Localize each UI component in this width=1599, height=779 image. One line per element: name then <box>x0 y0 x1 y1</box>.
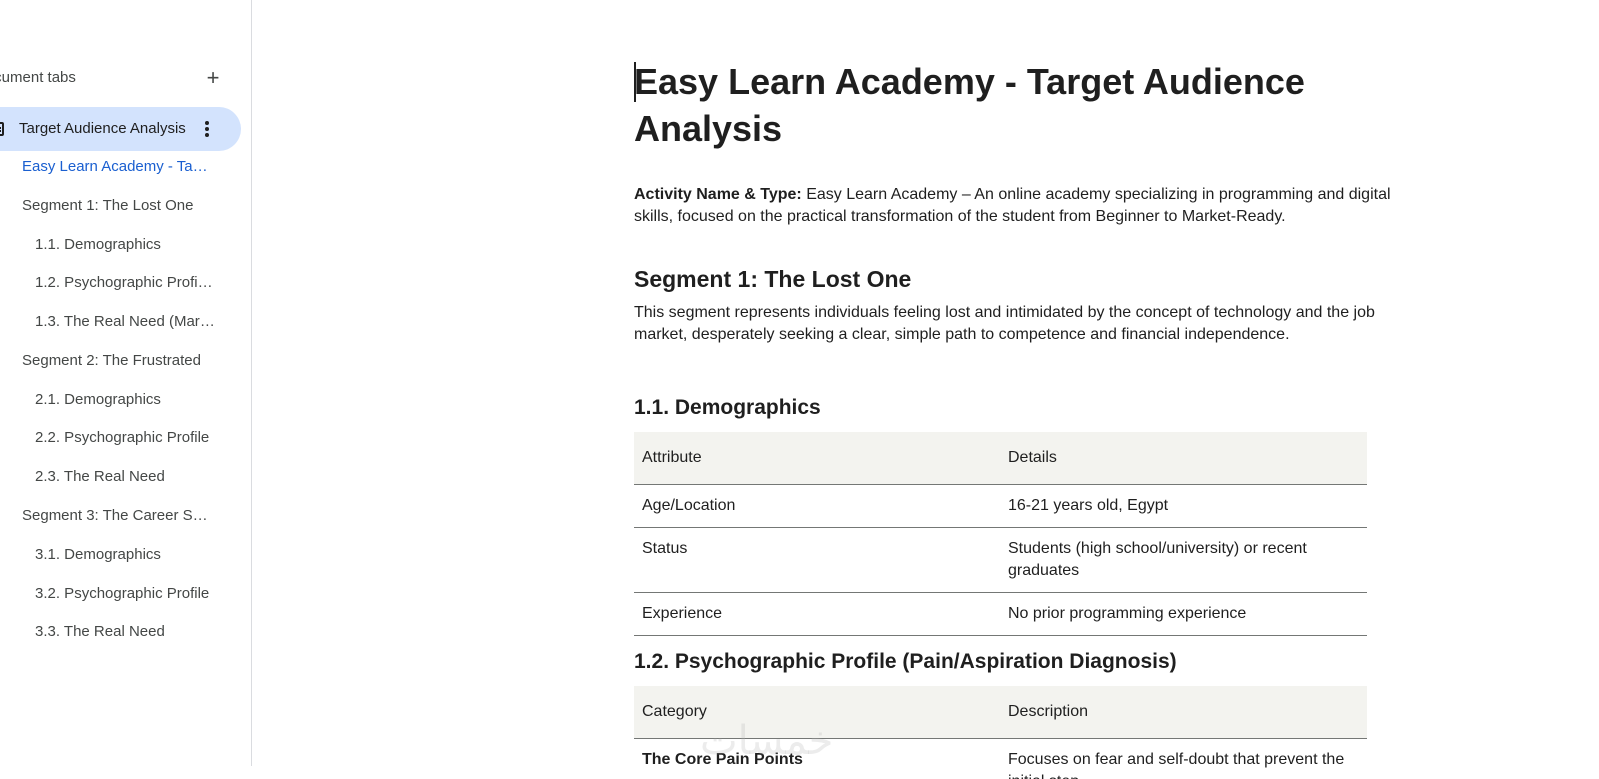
table-row: Status Students (high school/university)… <box>634 527 1367 593</box>
outline-item-2-1[interactable]: 2.1. Demographics <box>35 385 215 415</box>
table-cell[interactable]: Students (high school/university) or rec… <box>1000 527 1367 593</box>
outline-item-1-2[interactable]: 1.2. Psychographic Profile (Pain/Aspirat… <box>35 268 215 298</box>
document-tabs-header: Document tabs + <box>0 60 250 98</box>
intro-label: Activity Name & Type: <box>634 186 802 203</box>
outline-item-2-3[interactable]: 2.3. The Real Need <box>35 462 215 492</box>
outline-item-segment-3[interactable]: Segment 3: The Career Switcher <box>22 501 212 531</box>
outline-item-2-2[interactable]: 2.2. Psychographic Profile <box>35 423 215 453</box>
table-header-cell[interactable]: Details <box>1000 432 1367 485</box>
document-icon <box>0 122 4 136</box>
tab-label: Target Audience Analysis <box>19 120 186 137</box>
outline-item-3-3[interactable]: 3.3. The Real Need <box>35 617 215 647</box>
table-cell[interactable]: Experience <box>634 592 1000 636</box>
table-row: Experience No prior programming experien… <box>634 592 1367 636</box>
table-cell[interactable]: Focuses on fear and self-doubt that prev… <box>1000 738 1367 779</box>
document-tabs-sidebar: Document tabs + Target Audience Analysis… <box>0 0 252 766</box>
table-cell[interactable]: Age/Location <box>634 484 1000 528</box>
tab-target-audience-analysis[interactable]: Target Audience Analysis <box>0 107 241 151</box>
demographics-table[interactable]: Attribute Details Age/Location 16-21 yea… <box>634 432 1367 636</box>
demographics-heading[interactable]: 1.1. Demographics <box>634 394 821 422</box>
table-cell[interactable]: Status <box>634 527 1000 593</box>
outline-item-3-2[interactable]: 3.2. Psychographic Profile <box>35 579 215 609</box>
outline-item-1-3[interactable]: 1.3. The Real Need (Market-Ready) <box>35 307 215 337</box>
document-page[interactable]: Easy Learn Academy - Target Audience Ana… <box>634 0 1394 779</box>
outline-item-title[interactable]: Easy Learn Academy - Target Audience Ana… <box>22 152 212 182</box>
plus-icon[interactable]: + <box>200 65 226 91</box>
table-header-row: Category Description <box>634 686 1367 739</box>
table-row: Age/Location 16-21 years old, Egypt <box>634 484 1367 528</box>
more-vert-icon[interactable] <box>200 119 214 139</box>
outline-item-segment-1[interactable]: Segment 1: The Lost One <box>22 191 212 221</box>
table-cell[interactable]: No prior programming experience <box>1000 592 1367 636</box>
segment-1-heading[interactable]: Segment 1: The Lost One <box>634 264 911 294</box>
table-header-cell[interactable]: Category <box>634 686 1000 739</box>
table-header-row: Attribute Details <box>634 432 1367 485</box>
segment-1-paragraph[interactable]: This segment represents individuals feel… <box>634 302 1389 346</box>
outline-item-segment-2[interactable]: Segment 2: The Frustrated <box>22 346 212 376</box>
psychographic-table[interactable]: Category Description The Core Pain Point… <box>634 686 1367 779</box>
table-cell[interactable]: 16-21 years old, Egypt <box>1000 484 1367 528</box>
outline-item-1-1[interactable]: 1.1. Demographics <box>35 230 215 260</box>
psychographic-heading[interactable]: 1.2. Psychographic Profile (Pain/Aspirat… <box>634 648 1177 676</box>
document-tabs-title: Document tabs <box>0 69 76 86</box>
intro-paragraph[interactable]: Activity Name & Type: Easy Learn Academy… <box>634 184 1394 228</box>
document-title[interactable]: Easy Learn Academy - Target Audience Ana… <box>634 58 1354 152</box>
table-row: The Core Pain Points Focuses on fear and… <box>634 738 1367 779</box>
table-cell[interactable]: The Core Pain Points <box>634 738 1000 779</box>
outline-item-3-1[interactable]: 3.1. Demographics <box>35 540 215 570</box>
table-header-cell[interactable]: Description <box>1000 686 1367 739</box>
table-header-cell[interactable]: Attribute <box>634 432 1000 485</box>
